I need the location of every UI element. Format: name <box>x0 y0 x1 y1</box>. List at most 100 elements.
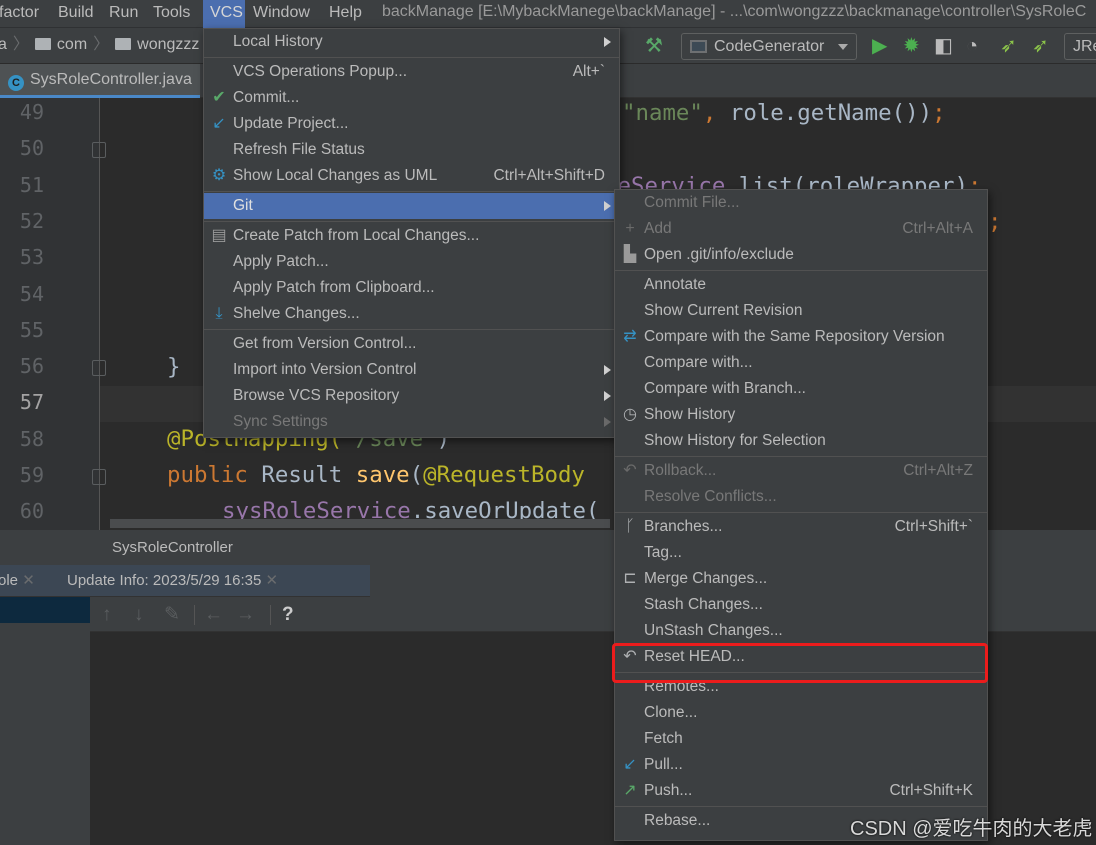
menu-item-apply-patch-from-clipboard[interactable]: Apply Patch from Clipboard... <box>204 275 619 301</box>
menu-item-label: Annotate <box>644 276 707 293</box>
java-class-icon: C <box>8 75 24 91</box>
breadcrumb-item[interactable]: a <box>0 36 7 53</box>
profile-icon[interactable]: ◔ <box>966 28 978 64</box>
menu-item-label: Stash Changes... <box>644 596 763 613</box>
arrow-right-icon[interactable]: → <box>236 597 255 632</box>
menu-item-sync-settings[interactable]: Sync Settings <box>204 409 619 435</box>
menu-item-add[interactable]: Add + Ctrl+Alt+A <box>615 216 987 242</box>
menu-item-push[interactable]: Push... ↗ Ctrl+Shift+K <box>615 778 987 804</box>
tool-tab-console[interactable]: ole ✕ <box>0 565 35 597</box>
menu-run[interactable]: Run <box>102 0 145 28</box>
arrow-down-icon[interactable]: ↓ <box>134 597 144 632</box>
arrow-left-icon[interactable]: ← <box>204 597 223 632</box>
menu-item-unstash-changes[interactable]: UnStash Changes... <box>615 618 987 644</box>
run-config-dropdown[interactable]: CodeGenerator <box>681 33 857 60</box>
menu-item-commit[interactable]: Commit... ✔ <box>204 85 619 111</box>
tool-tab-update-info[interactable]: Update Info: 2023/5/29 16:35 ✕ <box>67 565 278 597</box>
menu-item-fetch[interactable]: Fetch <box>615 726 987 752</box>
debug-icon[interactable]: ✹ <box>903 28 920 64</box>
horizontal-scrollbar[interactable] <box>110 519 610 528</box>
code-line-52[interactable]: ; <box>988 209 1001 235</box>
breadcrumb-item[interactable]: wongzzz <box>137 36 199 53</box>
menu-build[interactable]: Build <box>51 0 101 28</box>
fold-icon[interactable] <box>92 142 106 158</box>
menu-item-refresh-file-status[interactable]: Refresh File Status <box>204 137 619 163</box>
breadcrumb-class[interactable]: SysRoleController <box>112 530 233 565</box>
menu-item-merge-changes[interactable]: Merge Changes... ⊏ <box>615 566 987 592</box>
submenu-arrow-icon <box>604 37 611 47</box>
menu-item-create-patch-from-local-changes[interactable]: Create Patch from Local Changes... ▤ <box>204 223 619 249</box>
hammer-icon[interactable]: ⚒ <box>645 28 663 64</box>
code-line-59[interactable]: public Result save(@RequestBody <box>167 462 585 488</box>
menu-item-show-current-revision[interactable]: Show Current Revision <box>615 298 987 324</box>
menu-item-local-history[interactable]: Local History <box>204 29 619 55</box>
menu-item-compare-with-branch[interactable]: Compare with Branch... <box>615 376 987 402</box>
menu-item-label: Compare with Branch... <box>644 380 806 397</box>
editor-tab-sysrolecontroller[interactable]: C SysRoleController.java <box>0 64 200 98</box>
menu-item-annotate[interactable]: Annotate <box>615 272 987 298</box>
menu-tools[interactable]: Tools <box>146 0 197 28</box>
line-number: 58 <box>19 426 44 451</box>
edit-icon[interactable]: ✎ <box>164 597 180 632</box>
close-icon[interactable]: ✕ <box>22 572 35 589</box>
menu-item-vcs-operations-popup[interactable]: VCS Operations Popup... Alt+` <box>204 59 619 85</box>
menu-item-resolve-conflicts[interactable]: Resolve Conflicts... <box>615 484 987 510</box>
coverage-icon[interactable]: ◧ <box>934 28 953 64</box>
menu-item-commit-file[interactable]: Commit File... <box>615 190 987 216</box>
fold-icon[interactable] <box>92 469 106 485</box>
menu-item-browse-vcs-repository[interactable]: Browse VCS Repository <box>204 383 619 409</box>
selected-row[interactable] <box>0 597 90 623</box>
submenu-arrow-icon <box>604 365 611 375</box>
menu-item-label: Resolve Conflicts... <box>644 488 777 505</box>
menu-item-label: Compare with the Same Repository Version <box>644 328 945 345</box>
menu-item-tag[interactable]: Tag... <box>615 540 987 566</box>
menu-item-label: Push... <box>644 782 693 799</box>
menu-item-branches[interactable]: Branches... ᚴ Ctrl+Shift+` <box>615 514 987 540</box>
menu-item-open-git-info-exclude[interactable]: Open .git/info/exclude ▙ <box>615 242 987 268</box>
menu-item-label: VCS Operations Popup... <box>233 63 408 80</box>
jrebel-dropdown[interactable]: JRe <box>1064 33 1096 60</box>
menu-item-label: Update Project... <box>233 115 349 132</box>
jrebel-debug-icon[interactable]: ➶ <box>1032 28 1049 64</box>
menu-item-rollback[interactable]: Rollback... ↶ Ctrl+Alt+Z <box>615 458 987 484</box>
menu-item-git[interactable]: Git <box>204 193 619 219</box>
line-number: 51 <box>19 172 44 197</box>
menu-item-show-history-for-selection[interactable]: Show History for Selection <box>615 428 987 454</box>
menu-help[interactable]: Help <box>322 0 369 28</box>
menu-item-show-local-changes-as-uml[interactable]: Show Local Changes as UML ⚙ Ctrl+Alt+Shift… <box>204 163 619 189</box>
menu-item-show-history[interactable]: Show History ◷ <box>615 402 987 428</box>
separator <box>615 456 987 457</box>
menu-item-update-project[interactable]: Update Project... ↙ <box>204 111 619 137</box>
menu-refactor[interactable]: factor <box>0 0 46 28</box>
code-line-49[interactable]: "name", role.getName()); <box>622 100 946 126</box>
code-line-56[interactable]: } <box>167 354 180 380</box>
breadcrumb-item[interactable]: com <box>57 36 87 53</box>
menu-item-label: Branches... <box>644 518 723 535</box>
submenu-arrow-icon <box>604 417 611 427</box>
menu-item-label: Commit File... <box>644 194 740 211</box>
fold-icon[interactable] <box>92 360 106 376</box>
menu-item-compare-with[interactable]: Compare with... <box>615 350 987 376</box>
menu-item-import-into-version-control[interactable]: Import into Version Control <box>204 357 619 383</box>
menu-item-icon: ✔ <box>212 89 226 106</box>
menu-item-icon: ⤓ <box>215 305 223 322</box>
menu-item-compare-with-the-same-repository-version[interactable]: Compare with the Same Repository Version… <box>615 324 987 350</box>
menu-item-pull[interactable]: Pull... ↙ <box>615 752 987 778</box>
menu-item-apply-patch[interactable]: Apply Patch... <box>204 249 619 275</box>
run-icon[interactable]: ▶ <box>872 28 887 64</box>
menu-item-shelve-changes[interactable]: Shelve Changes... ⤓ <box>204 301 619 327</box>
help-icon[interactable]: ? <box>282 597 294 632</box>
menu-item-label: Show Local Changes as UML <box>233 167 438 184</box>
menu-item-label: Show History <box>644 406 736 423</box>
menu-item-label: Show History for Selection <box>644 432 826 449</box>
menu-item-clone[interactable]: Clone... <box>615 700 987 726</box>
menu-vcs[interactable]: VCS <box>203 0 245 28</box>
menu-item-get-from-version-control[interactable]: Get from Version Control... <box>204 331 619 357</box>
close-icon[interactable]: ✕ <box>266 572 279 589</box>
menu-item-stash-changes[interactable]: Stash Changes... <box>615 592 987 618</box>
arrow-up-icon[interactable]: ↑ <box>102 597 112 632</box>
menu-item-label: Merge Changes... <box>644 570 768 587</box>
jrebel-run-icon[interactable]: ➶ <box>1000 28 1017 64</box>
menu-window[interactable]: Window <box>246 0 317 28</box>
folder-icon <box>34 38 51 50</box>
